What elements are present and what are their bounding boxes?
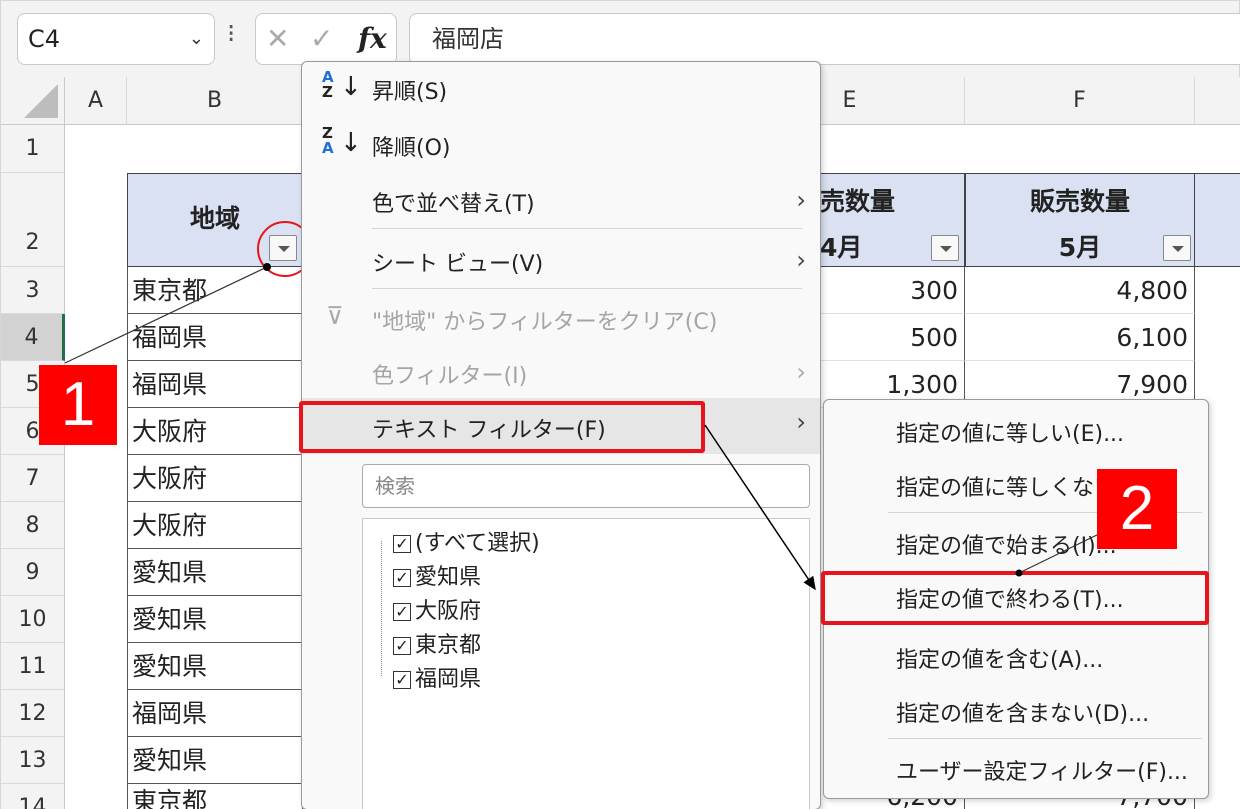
callout-badge-2: 2 bbox=[1097, 469, 1177, 549]
row-header[interactable]: 1 bbox=[1, 125, 65, 173]
check-icon[interactable]: ✓ bbox=[310, 22, 333, 55]
menu-divider bbox=[372, 288, 802, 289]
list-item[interactable]: ✓ 大阪府 bbox=[393, 593, 481, 625]
row-header[interactable]: 3 bbox=[1, 267, 65, 314]
header-e-month: 4月 bbox=[820, 233, 863, 262]
sort-desc-icon: ZA bbox=[322, 124, 334, 157]
filter-dropdown-button-f[interactable] bbox=[1163, 235, 1191, 261]
header-cell-f[interactable]: 販売数量 5月 bbox=[965, 173, 1195, 267]
checkbox-icon[interactable]: ✓ bbox=[393, 569, 411, 587]
down-arrow-icon: ↓ bbox=[340, 72, 362, 102]
formula-input[interactable]: 福岡店 bbox=[409, 13, 1240, 65]
search-input[interactable]: 検索 bbox=[362, 464, 810, 508]
chevron-right-icon: › bbox=[796, 186, 806, 214]
checkbox-icon[interactable]: ✓ bbox=[393, 603, 411, 621]
formula-buttons: ✕ ✓ fx bbox=[255, 13, 397, 65]
menu-divider bbox=[888, 738, 1202, 739]
name-box-value: C4 bbox=[28, 25, 61, 53]
region-cell[interactable]: 大阪府 bbox=[127, 408, 303, 455]
chevron-right-icon: › bbox=[796, 408, 806, 436]
row-header[interactable]: 14 bbox=[1, 784, 65, 809]
down-arrow-icon: ↓ bbox=[340, 128, 362, 158]
row-header[interactable]: 9 bbox=[1, 549, 65, 596]
row-header[interactable]: 7 bbox=[1, 455, 65, 502]
row-header[interactable]: 13 bbox=[1, 737, 65, 784]
chevron-down-icon[interactable]: ⌄ bbox=[189, 14, 204, 64]
region-cell[interactable]: 愛知県 bbox=[127, 596, 303, 643]
row-header[interactable]: 12 bbox=[1, 690, 65, 737]
tree-line bbox=[381, 541, 382, 676]
more-options-icon[interactable]: ⁝ bbox=[227, 19, 235, 49]
callout-badge-1: 1 bbox=[39, 365, 117, 445]
function-icon[interactable]: fx bbox=[358, 22, 387, 55]
checkbox-icon[interactable]: ✓ bbox=[393, 535, 411, 553]
region-cell[interactable]: 愛知県 bbox=[127, 643, 303, 690]
region-cell[interactable]: 大阪府 bbox=[127, 502, 303, 549]
submenu-item-not-contains[interactable]: 指定の値を含まない(D)... bbox=[896, 696, 1149, 728]
list-item[interactable]: ✓ 福岡県 bbox=[393, 661, 481, 693]
region-cell[interactable]: 福岡県 bbox=[127, 361, 303, 408]
cell-f3[interactable]: 4,800 bbox=[965, 267, 1195, 314]
header-f-label: 販売数量 bbox=[1029, 187, 1130, 216]
row-header[interactable]: 10 bbox=[1, 596, 65, 643]
region-cell[interactable]: 東京都 bbox=[127, 784, 303, 809]
checkbox-icon[interactable]: ✓ bbox=[393, 671, 411, 689]
row-header[interactable]: 4 bbox=[1, 314, 65, 361]
region-cell[interactable]: 愛知県 bbox=[127, 549, 303, 596]
select-all-corner[interactable] bbox=[1, 77, 65, 125]
header-e-label: 売数量 bbox=[820, 187, 896, 216]
cancel-icon[interactable]: ✕ bbox=[266, 22, 289, 55]
highlight-box-text-filter bbox=[299, 401, 705, 453]
checkbox-icon[interactable]: ✓ bbox=[393, 637, 411, 655]
header-cell-g[interactable] bbox=[1195, 173, 1240, 267]
submenu-item-contains[interactable]: 指定の値を含む(A)... bbox=[896, 642, 1103, 674]
row-header[interactable]: 8 bbox=[1, 502, 65, 549]
list-item[interactable]: ✓ 愛知県 bbox=[393, 559, 481, 591]
sort-asc-icon: AZ bbox=[322, 68, 334, 101]
submenu-item-equals[interactable]: 指定の値に等しい(E)... bbox=[896, 416, 1124, 448]
list-item[interactable]: ✓ (すべて選択) bbox=[393, 525, 540, 557]
col-header-b[interactable]: B bbox=[127, 77, 303, 125]
region-cell[interactable]: 福岡県 bbox=[127, 690, 303, 737]
filter-value-list: ✓ (すべて選択) ✓ 愛知県 ✓ 大阪府 ✓ 東京都 ✓ 福岡県 bbox=[362, 518, 810, 809]
submenu-item-begins-with[interactable]: 指定の値で始まる(I)... bbox=[896, 528, 1117, 560]
highlight-box-ends-with bbox=[821, 571, 1209, 625]
header-region-label: 地域 bbox=[189, 204, 240, 233]
col-header-f[interactable]: F bbox=[965, 77, 1195, 125]
clear-filter-icon: ⊽ bbox=[326, 302, 344, 330]
header-f-month: 5月 bbox=[1058, 233, 1102, 262]
region-cell[interactable]: 愛知県 bbox=[127, 737, 303, 784]
filter-dropdown-button-e[interactable] bbox=[931, 235, 959, 261]
region-cell[interactable]: 福岡県 bbox=[127, 314, 303, 361]
row-header[interactable]: 11 bbox=[1, 643, 65, 690]
chevron-right-icon: › bbox=[796, 358, 806, 386]
row-header[interactable]: 2 bbox=[1, 173, 65, 267]
cell-f4[interactable]: 6,100 bbox=[965, 314, 1195, 361]
menu-divider bbox=[372, 228, 802, 229]
name-box[interactable]: C4 ⌄ bbox=[17, 13, 215, 65]
region-cell[interactable]: 大阪府 bbox=[127, 455, 303, 502]
submenu-item-custom[interactable]: ユーザー設定フィルター(F)... bbox=[896, 754, 1188, 786]
chevron-right-icon: › bbox=[796, 246, 806, 274]
list-item[interactable]: ✓ 東京都 bbox=[393, 627, 481, 659]
col-header-a[interactable]: A bbox=[65, 77, 127, 125]
col-header-g[interactable] bbox=[1195, 77, 1240, 125]
